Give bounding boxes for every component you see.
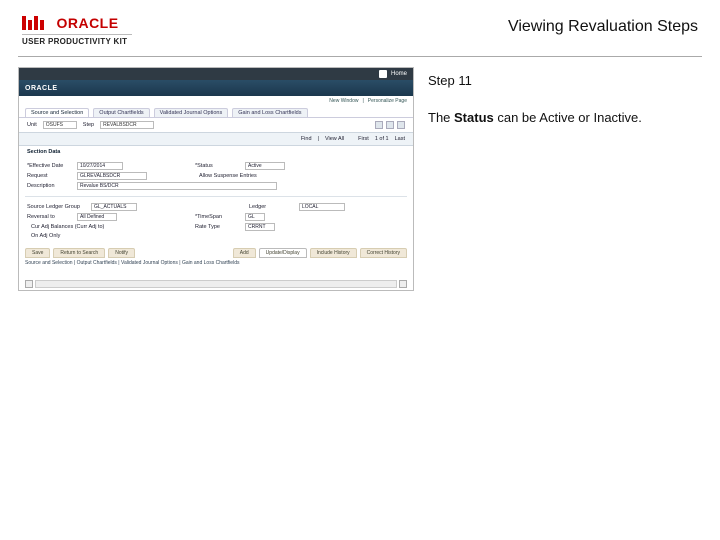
count-text: 1 of 1 — [375, 136, 389, 142]
scrollbar — [35, 280, 397, 288]
desc-before: The — [428, 110, 454, 125]
status-label: *Status — [195, 163, 241, 169]
section-header: Section Data — [27, 149, 60, 155]
ledger-label: Ledger — [249, 204, 295, 210]
viewall-link: View All — [325, 136, 344, 142]
scroll-right-icon — [399, 280, 407, 288]
step-value: REVALBSDCR — [100, 121, 154, 129]
btn-correct: Correct History — [360, 248, 407, 258]
srcgrp-label: Source Ledger Group — [27, 204, 87, 210]
sublink: New Window — [329, 98, 358, 104]
desc-value: Revalue BS/DCR — [77, 182, 277, 190]
effdate-label: *Effective Date — [27, 163, 73, 169]
tool-icon — [386, 121, 394, 129]
tab-journal: Validated Journal Options — [154, 108, 229, 117]
tt-label: Reversal to — [27, 214, 73, 220]
scroll-left-icon — [25, 280, 33, 288]
rate-value: CRRNT — [245, 223, 275, 231]
sublink: Personalize Page — [368, 98, 407, 104]
btn-include: Include History — [310, 248, 357, 258]
request-value: GLREVALBSDCR — [77, 172, 147, 180]
tool-icon — [375, 121, 383, 129]
tspan-value: GL — [245, 213, 265, 221]
ledger-value: LOCAL — [299, 203, 345, 211]
last-link: Last — [395, 136, 405, 142]
tool-icon — [397, 121, 405, 129]
tab-source: Source and Selection — [25, 108, 89, 117]
step-label: Step — [83, 122, 94, 128]
oracle-logo: ORACLE — [22, 14, 119, 32]
desc-bold: Status — [454, 110, 494, 125]
rate-label: Rate Type — [195, 224, 241, 230]
curbal-label: Cur Adj Balances (Curr Adj to) — [31, 224, 104, 230]
step-description: The Status can be Active or Inactive. — [428, 110, 702, 125]
btn-notify: Notify — [108, 248, 135, 258]
footer-links: Source and Selection | Output Chartfield… — [19, 258, 413, 270]
btn-save: Save — [25, 248, 50, 258]
request-label: Request — [27, 173, 73, 179]
page-title: Viewing Revaluation Steps — [508, 14, 698, 36]
status-value: Active — [245, 162, 285, 170]
unit-value: OSUFS — [43, 121, 77, 129]
tspan-label: *TimeSpan — [195, 214, 241, 220]
curadj-label: On Adj Only — [31, 233, 60, 239]
find-link: Find — [301, 136, 312, 142]
brand-name: ORACLE — [56, 15, 118, 31]
btn-add: Add — [233, 248, 256, 258]
effdate-value: 10/27/2014 — [77, 162, 123, 170]
brand-block: ORACLE USER PRODUCTIVITY KIT — [22, 14, 132, 46]
home-icon — [379, 70, 387, 78]
brand-subtitle: USER PRODUCTIVITY KIT — [22, 34, 132, 46]
step-label: Step 11 — [428, 73, 702, 88]
tab-gainloss: Gain and Loss Chartfields — [232, 108, 307, 117]
tt-value: All Defined — [77, 213, 117, 221]
app-brand: ORACLE — [25, 85, 58, 92]
tab-output: Output Chartfields — [93, 108, 149, 117]
desc-label: Description — [27, 183, 73, 189]
btn-update: Update/Display — [259, 248, 307, 258]
first-link: First — [358, 136, 369, 142]
unit-label: Unit — [27, 122, 37, 128]
home-link: Home — [391, 71, 407, 77]
srcgrp-value: GL_ACTUALS — [91, 203, 137, 211]
desc-after: can be Active or Inactive. — [494, 110, 642, 125]
btn-return: Return to Search — [53, 248, 105, 258]
screenshot-thumbnail: Home ORACLE New Window | Personalize Pag… — [18, 67, 414, 291]
allow-label: Allow Suspense Entries — [199, 173, 257, 179]
